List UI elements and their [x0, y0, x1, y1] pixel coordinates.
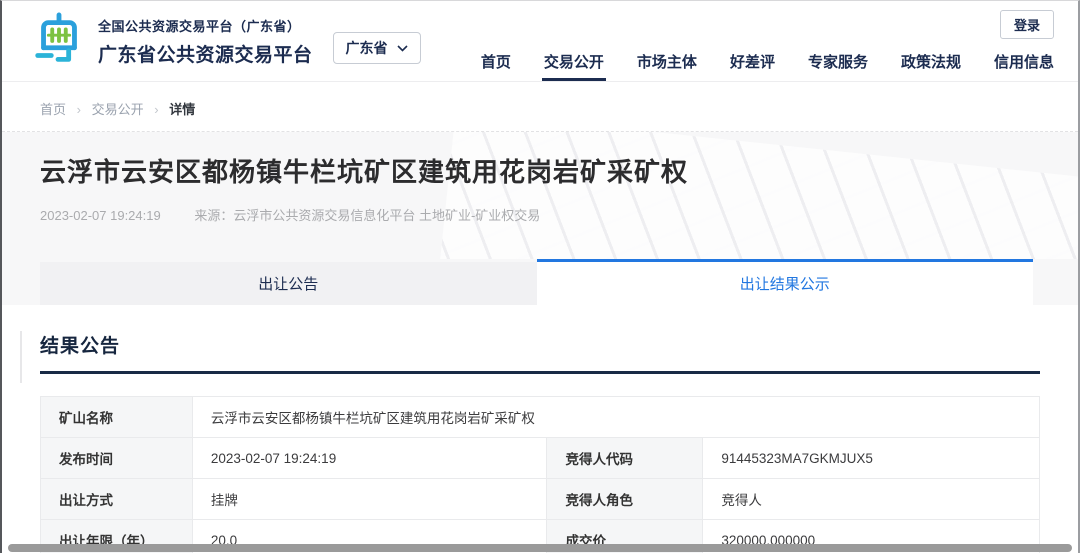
cell-mine-name-value: 云浮市云安区都杨镇牛栏坑矿区建筑用花岗岩矿采矿权 [192, 397, 1039, 438]
cell-winner-code-label: 竞得人代码 [547, 438, 703, 479]
horizontal-scrollbar[interactable] [8, 544, 1072, 552]
result-section: 结果公告 矿山名称 云浮市云安区都杨镇牛栏坑矿区建筑用花岗岩矿采矿权 发布时间 … [2, 305, 1078, 553]
article-header: 云浮市云安区都杨镇牛栏坑矿区建筑用花岗岩矿采矿权 2023-02-07 19:2… [2, 132, 1078, 259]
nav-item-rating[interactable]: 好差评 [730, 51, 775, 81]
nav-item-expert-service[interactable]: 专家服务 [808, 51, 868, 81]
cell-transfer-method-value: 挂牌 [192, 479, 547, 520]
breadcrumb: 首页 › 交易公开 › 详情 [2, 82, 1078, 132]
breadcrumb-separator: › [154, 102, 158, 117]
breadcrumb-current: 详情 [169, 102, 195, 117]
result-table: 矿山名称 云浮市云安区都杨镇牛栏坑矿区建筑用花岗岩矿采矿权 发布时间 2023-… [40, 396, 1040, 553]
cell-publish-time-value: 2023-02-07 19:24:19 [192, 438, 547, 479]
cell-winner-code-value: 91445323MA7GKMJUX5 [703, 438, 1040, 479]
platform-subtitle: 全国公共资源交易平台（广东省） [98, 16, 313, 35]
cell-publish-time-label: 发布时间 [41, 438, 193, 479]
detail-tabs: 出让公告 出让结果公示 [2, 259, 1078, 305]
nav-item-market-entity[interactable]: 市场主体 [637, 51, 697, 81]
article-meta: 2023-02-07 19:24:19 来源：云浮市公共资源交易信息化平台 土地… [40, 205, 1040, 224]
nav-item-policy[interactable]: 政策法规 [901, 51, 961, 81]
header-right: 登录 首页 交易公开 市场主体 好差评 专家服务 政策法规 信用信息 [448, 1, 1054, 81]
article-source: 来源：云浮市公共资源交易信息化平台 土地矿业-矿业权交易 [194, 208, 540, 223]
chevron-down-icon [397, 45, 408, 52]
section-head: 结果公告 [40, 331, 1040, 374]
region-selector-label: 广东省 [346, 38, 388, 58]
breadcrumb-home[interactable]: 首页 [40, 102, 66, 117]
table-row: 发布时间 2023-02-07 19:24:19 竞得人代码 91445323M… [41, 438, 1040, 479]
yue-logo-icon[interactable] [30, 12, 88, 70]
section-title: 结果公告 [40, 331, 1040, 358]
site-header: 全国公共资源交易平台（广东省） 广东省公共资源交易平台 广东省 登录 首页 交易… [2, 1, 1078, 82]
tab-transfer-announcement[interactable]: 出让公告 [40, 262, 537, 305]
nav-item-trade-public[interactable]: 交易公开 [544, 51, 604, 81]
cell-winner-role-value: 竞得人 [703, 479, 1040, 520]
cell-winner-role-label: 竞得人角色 [547, 479, 703, 520]
login-button[interactable]: 登录 [1000, 10, 1054, 39]
page-title: 云浮市云安区都杨镇牛栏坑矿区建筑用花岗岩矿采矿权 [40, 152, 1040, 189]
platform-title: 广东省公共资源交易平台 [98, 40, 313, 67]
cell-transfer-method-label: 出让方式 [41, 479, 193, 520]
nav-item-credit-info[interactable]: 信用信息 [994, 51, 1054, 81]
table-row: 出让方式 挂牌 竞得人角色 竞得人 [41, 479, 1040, 520]
main-nav: 首页 交易公开 市场主体 好差评 专家服务 政策法规 信用信息 [448, 51, 1054, 81]
browser-window: 全国公共资源交易平台（广东省） 广东省公共资源交易平台 广东省 登录 首页 交易… [0, 0, 1080, 553]
tab-transfer-result[interactable]: 出让结果公示 [537, 259, 1034, 305]
brand-text: 全国公共资源交易平台（广东省） 广东省公共资源交易平台 [98, 16, 313, 67]
table-row: 矿山名称 云浮市云安区都杨镇牛栏坑矿区建筑用花岗岩矿采矿权 [41, 397, 1040, 438]
cell-mine-name-label: 矿山名称 [41, 397, 193, 438]
region-selector[interactable]: 广东省 [333, 32, 421, 64]
breadcrumb-separator: › [77, 102, 81, 117]
publish-datetime: 2023-02-07 19:24:19 [40, 208, 161, 223]
brand: 全国公共资源交易平台（广东省） 广东省公共资源交易平台 广东省 [30, 1, 421, 81]
nav-item-home[interactable]: 首页 [481, 51, 511, 81]
breadcrumb-trade-public[interactable]: 交易公开 [92, 102, 144, 117]
